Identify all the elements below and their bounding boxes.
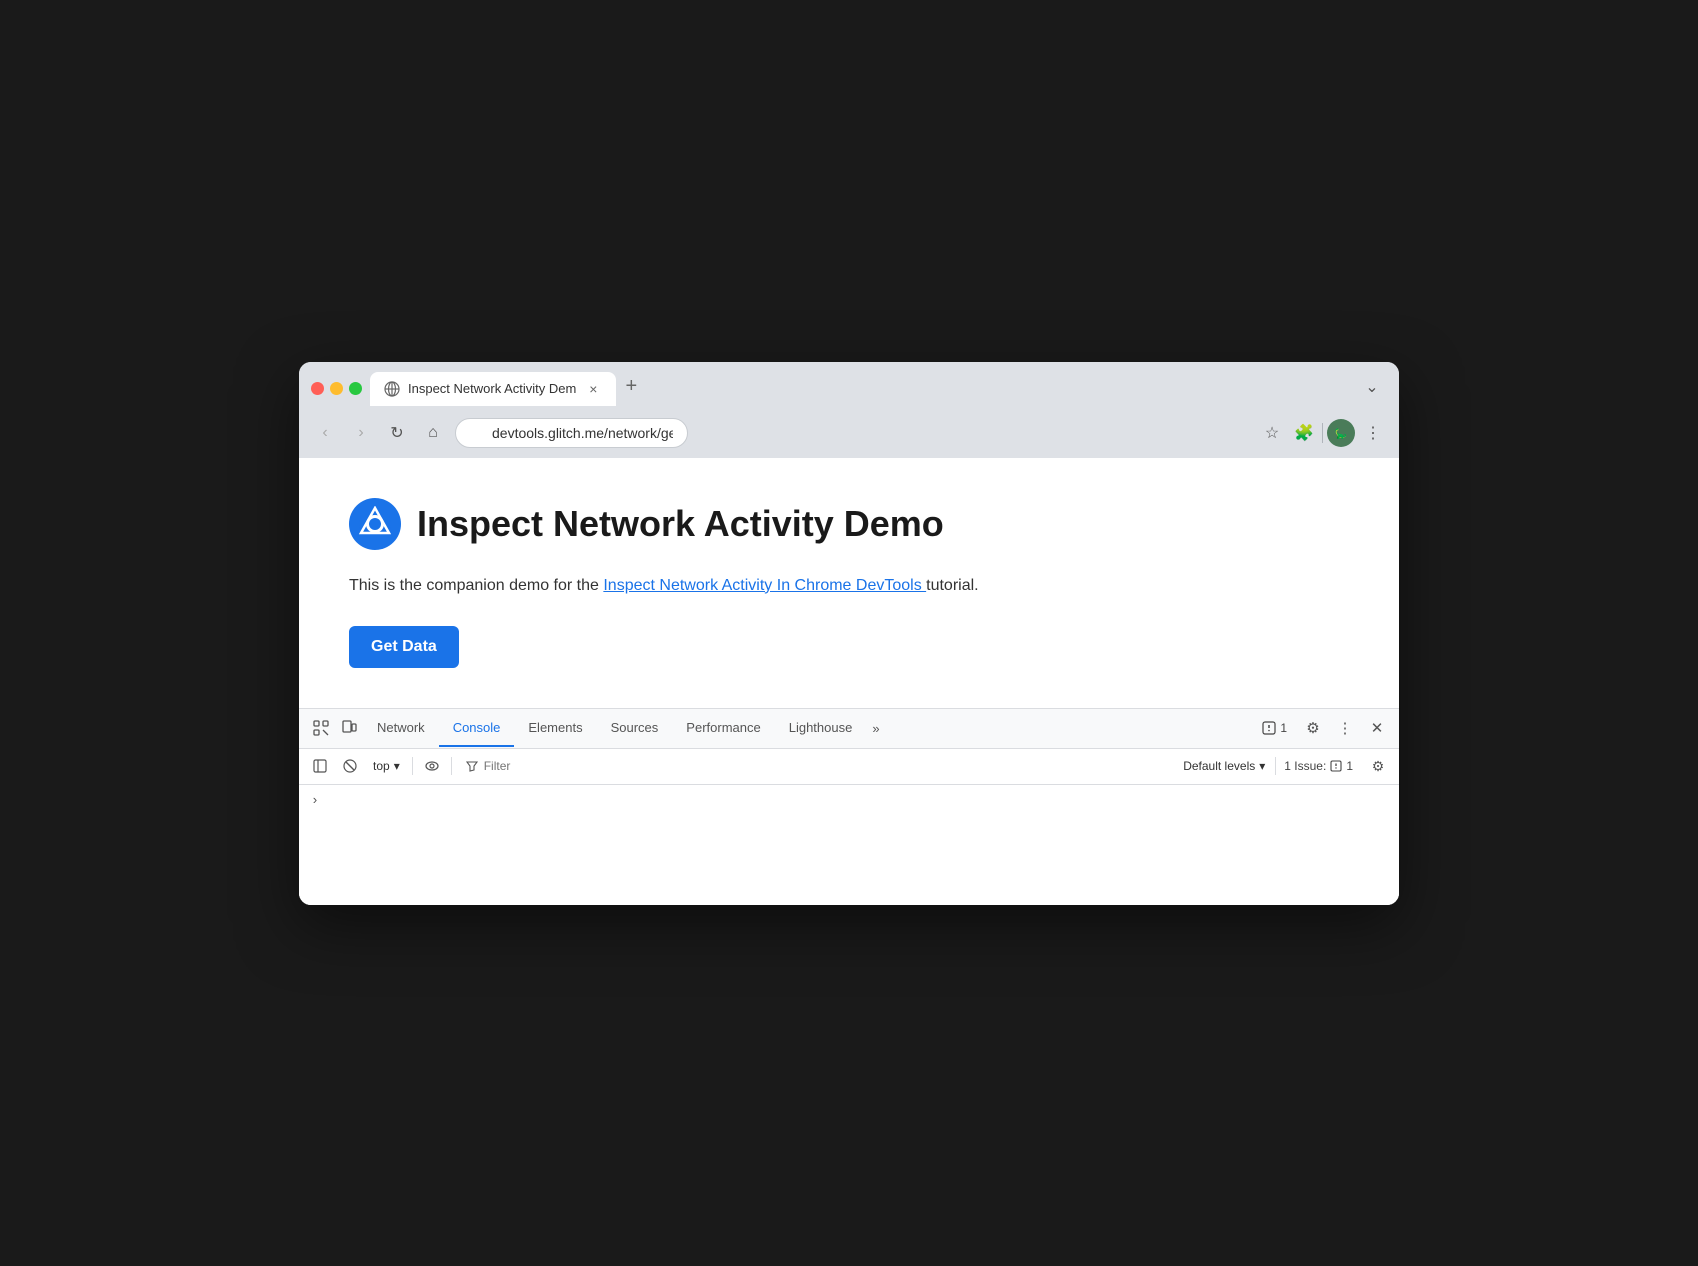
console-separator-2	[451, 757, 452, 775]
tab-lighthouse[interactable]: Lighthouse	[775, 710, 867, 747]
close-window-button[interactable]	[311, 382, 324, 395]
active-tab[interactable]: Inspect Network Activity Dem ×	[370, 372, 616, 406]
minimize-window-button[interactable]	[330, 382, 343, 395]
page-description: This is the companion demo for the Inspe…	[349, 574, 1349, 598]
page-logo	[349, 498, 401, 550]
clear-icon	[343, 759, 357, 773]
sidebar-toggle-icon	[313, 759, 327, 773]
back-button[interactable]: ‹	[311, 419, 339, 447]
devtools-panel: Network Console Elements Sources Perform…	[299, 708, 1399, 905]
get-data-button[interactable]: Get Data	[349, 626, 459, 668]
console-issues-icon	[1330, 760, 1342, 772]
default-levels-arrow: ▾	[1259, 759, 1265, 773]
devtools-inspect-button[interactable]	[307, 714, 335, 742]
chrome-logo-icon	[357, 506, 393, 542]
description-suffix: tutorial.	[926, 577, 978, 594]
browser-window: Inspect Network Activity Dem × + ⌄ ‹ › ↻…	[299, 362, 1399, 905]
issues-label-text: 1 Issue:	[1284, 759, 1326, 773]
console-filter-input[interactable]	[484, 759, 1165, 773]
address-bar-row: ‹ › ↻ ⌂ ⊙ ☆ 🧩 🦕 ⋮	[299, 412, 1399, 458]
issues-icon	[1262, 721, 1276, 735]
devtools-close-button[interactable]: ✕	[1363, 714, 1391, 742]
device-icon	[341, 720, 357, 736]
console-body[interactable]: ›	[299, 785, 1399, 905]
console-sidebar-button[interactable]	[307, 753, 333, 779]
tab-bar: Inspect Network Activity Dem × + ⌄	[370, 372, 1387, 406]
separator	[1322, 423, 1323, 443]
console-issues-count: 1 Issue: 1	[1275, 757, 1361, 775]
filter-icon	[466, 760, 478, 772]
address-input[interactable]	[455, 418, 688, 448]
tab-title: Inspect Network Activity Dem	[408, 381, 576, 396]
context-selector[interactable]: top ▾	[367, 757, 406, 775]
svg-text:🦕: 🦕	[1335, 427, 1347, 440]
address-wrapper: ⊙	[455, 418, 1250, 448]
page-content: Inspect Network Activity Demo This is th…	[299, 458, 1399, 708]
more-tabs-button[interactable]: »	[866, 713, 885, 744]
console-issues-number: 1	[1346, 759, 1353, 773]
devtools-right-actions: 1 ⚙ ⋮ ✕	[1254, 714, 1391, 742]
forward-button[interactable]: ›	[347, 419, 375, 447]
address-actions: ☆ 🧩 🦕 ⋮	[1258, 419, 1387, 447]
home-button[interactable]: ⌂	[419, 419, 447, 447]
tab-console[interactable]: Console	[439, 710, 515, 747]
tab-performance[interactable]: Performance	[672, 710, 774, 747]
description-prefix: This is the companion demo for the	[349, 577, 603, 594]
console-separator-1	[412, 757, 413, 775]
devtools-link[interactable]: Inspect Network Activity In Chrome DevTo…	[603, 577, 926, 594]
devtools-more-button[interactable]: ⋮	[1331, 714, 1359, 742]
devtools-toolbar: Network Console Elements Sources Perform…	[299, 709, 1399, 749]
cursor-icon	[313, 720, 329, 736]
extensions-button[interactable]: 🧩	[1290, 419, 1318, 447]
console-toolbar: top ▾ Default levels ▾	[299, 749, 1399, 785]
issues-badge[interactable]: 1	[1254, 717, 1295, 739]
context-dropdown-icon: ▾	[394, 759, 400, 773]
console-clear-button[interactable]	[337, 753, 363, 779]
profile-avatar-icon: 🦕	[1331, 423, 1351, 443]
maximize-window-button[interactable]	[349, 382, 362, 395]
devtools-settings-button[interactable]: ⚙	[1299, 714, 1327, 742]
chrome-titlebar: Inspect Network Activity Dem × + ⌄	[299, 362, 1399, 412]
tab-expand-button[interactable]: ⌄	[1357, 372, 1387, 402]
console-eye-button[interactable]	[419, 753, 445, 779]
default-levels-button[interactable]: Default levels ▾	[1177, 757, 1271, 775]
new-tab-button[interactable]: +	[616, 372, 646, 402]
window-controls	[311, 382, 362, 395]
profile-button[interactable]: 🦕	[1327, 419, 1355, 447]
tab-sources[interactable]: Sources	[597, 710, 673, 747]
reload-button[interactable]: ↻	[383, 419, 411, 447]
default-levels-label: Default levels	[1183, 759, 1255, 773]
issues-count: 1	[1280, 721, 1287, 735]
page-title: Inspect Network Activity Demo	[417, 503, 944, 545]
console-settings-button[interactable]: ⚙	[1365, 753, 1391, 779]
tab-favicon-icon	[384, 381, 400, 397]
console-chevron[interactable]: ›	[311, 793, 319, 808]
devtools-device-button[interactable]	[335, 714, 363, 742]
filter-wrapper	[458, 757, 1173, 775]
devtools-tabs: Network Console Elements Sources Perform…	[363, 710, 1254, 747]
chrome-menu-button[interactable]: ⋮	[1359, 419, 1387, 447]
tab-elements[interactable]: Elements	[514, 710, 596, 747]
bookmark-button[interactable]: ☆	[1258, 419, 1286, 447]
tab-close-button[interactable]: ×	[584, 380, 602, 398]
page-header: Inspect Network Activity Demo	[349, 498, 1349, 550]
eye-icon	[425, 759, 439, 773]
tab-network[interactable]: Network	[363, 710, 439, 747]
context-label: top	[373, 759, 390, 773]
